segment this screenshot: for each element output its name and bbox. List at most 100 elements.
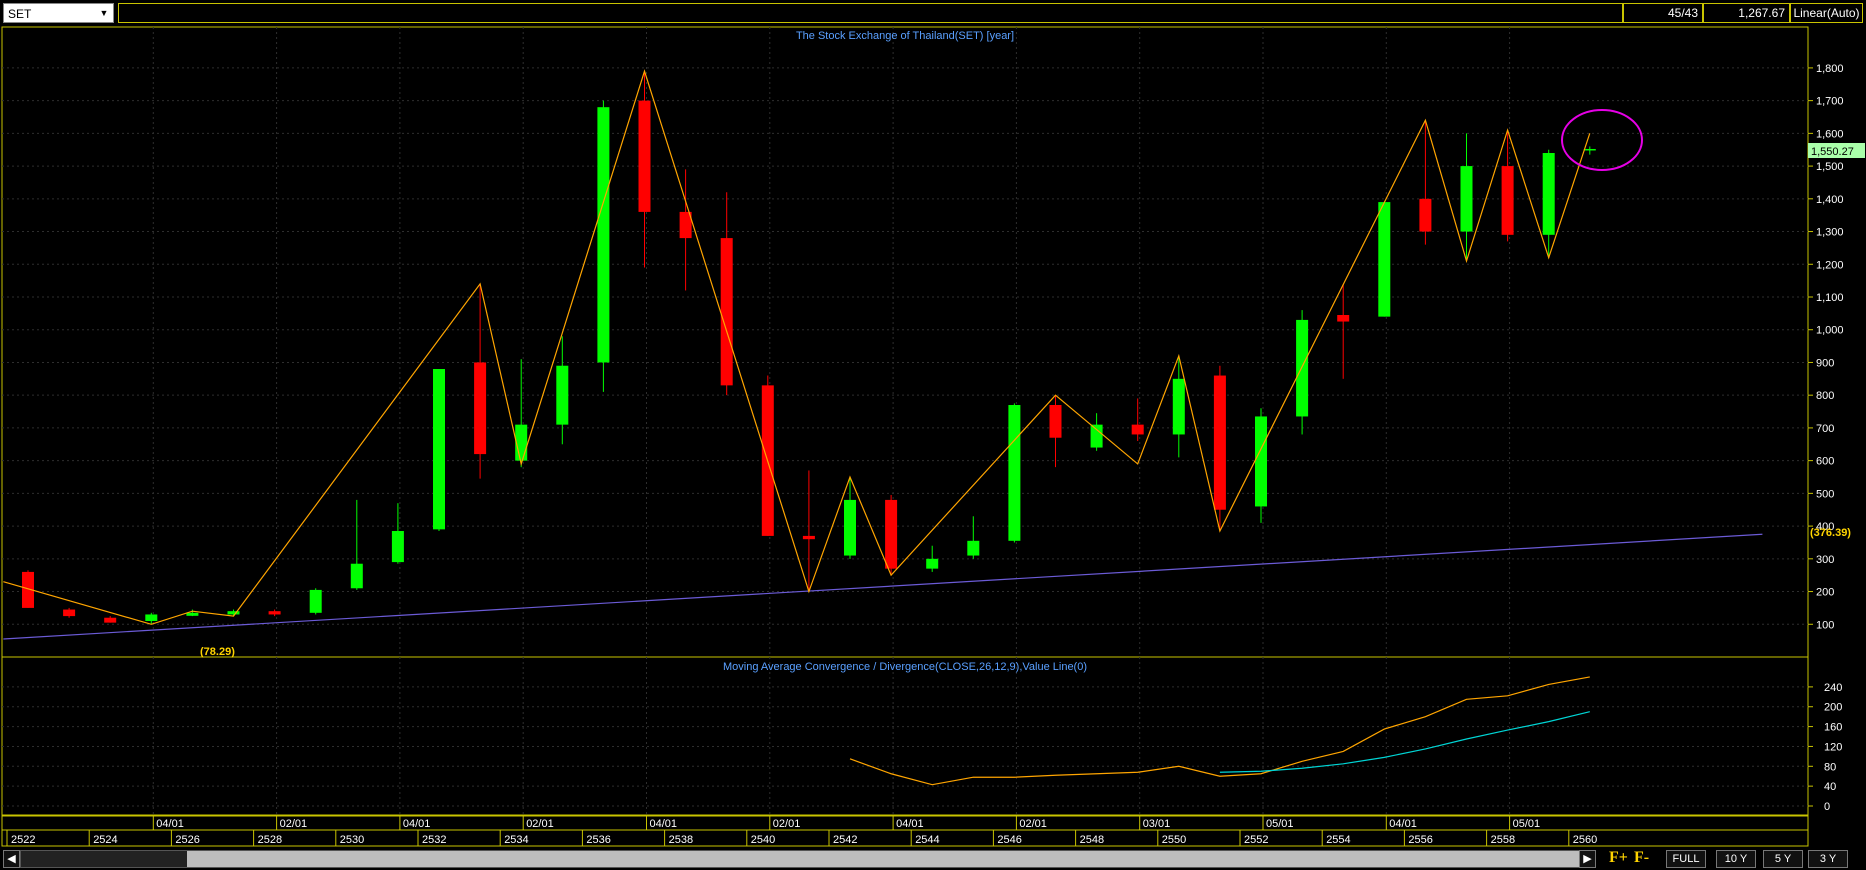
candle-body — [597, 107, 610, 363]
y-tick-label: 500 — [1816, 488, 1834, 500]
year-tick-label: 2534 — [504, 834, 528, 846]
macd-tick-label: 240 — [1824, 682, 1842, 694]
y-tick-label: 1,400 — [1816, 194, 1844, 206]
candle-body — [186, 612, 199, 616]
candle-body — [1049, 405, 1062, 438]
candle-body — [1542, 153, 1555, 235]
year-tick-label: 2548 — [1080, 834, 1104, 846]
macd-tick-label: 0 — [1824, 801, 1830, 813]
candle-body — [720, 238, 733, 386]
y-tick-label: 1,800 — [1816, 63, 1844, 75]
signal-line — [1219, 711, 1590, 773]
price-chart-title: The Stock Exchange of Thailand(SET) [yea… — [796, 30, 1014, 42]
range-5y-button[interactable]: 5 Y — [1763, 850, 1803, 868]
candle-body — [474, 362, 487, 455]
year-tick-label: 2542 — [833, 834, 857, 846]
date-tick-label: 05/01 — [1266, 818, 1294, 830]
macd-tick-label: 80 — [1824, 761, 1836, 773]
year-tick-label: 2530 — [340, 834, 364, 846]
date-tick-label: 02/01 — [526, 818, 554, 830]
trend-start-annotation: (78.29) — [200, 646, 235, 658]
candle-body — [802, 535, 815, 540]
candle-body — [227, 611, 240, 615]
zoom-in-button[interactable]: F+ — [1609, 849, 1628, 867]
y-tick-label: 1,300 — [1816, 227, 1844, 239]
date-tick-label: 04/01 — [1389, 818, 1417, 830]
candle-body — [63, 609, 76, 617]
date-tick-label: 04/01 — [156, 818, 184, 830]
y-tick-label: 800 — [1816, 390, 1834, 402]
year-tick-label: 2524 — [93, 834, 117, 846]
candle-body — [1172, 378, 1185, 435]
year-tick-label: 2552 — [1244, 834, 1268, 846]
candle-body — [433, 369, 445, 530]
candle-body — [1090, 424, 1103, 448]
date-tick-label: 04/01 — [896, 818, 924, 830]
candle-body — [967, 540, 980, 556]
y-tick-label: 300 — [1816, 554, 1834, 566]
y-tick-label: 600 — [1816, 456, 1834, 468]
zigzag-line — [3, 69, 1591, 625]
candle-body — [309, 589, 322, 613]
macd-tick-label: 200 — [1824, 702, 1842, 714]
macd-panel-frame — [1, 656, 1809, 816]
year-tick-label: 2522 — [11, 834, 35, 846]
candle-body — [1378, 202, 1391, 317]
y-tick-label: 1,100 — [1816, 292, 1844, 304]
y-tick-label: 1,200 — [1816, 259, 1844, 271]
year-tick-label: 2526 — [175, 834, 199, 846]
y-tick-label: 1,600 — [1816, 128, 1844, 140]
scroll-left-button[interactable]: ◀ — [3, 850, 20, 868]
candle-body — [1337, 315, 1350, 322]
last-price-label: 1,550.27 — [1811, 146, 1854, 158]
candle-body — [515, 424, 528, 461]
y-tick-label: 1,000 — [1816, 325, 1844, 337]
date-tick-label: 03/01 — [1143, 818, 1171, 830]
macd-tick-label: 120 — [1824, 741, 1842, 753]
date-tick-label: 02/01 — [773, 818, 801, 830]
candle-body — [145, 614, 158, 621]
candle-body — [638, 100, 651, 212]
year-tick-label: 2544 — [915, 834, 939, 846]
date-tick-label: 05/01 — [1513, 818, 1541, 830]
date-tick-label: 02/01 — [280, 818, 308, 830]
stock-chart: 1002003004005006007008009001,0001,1001,2… — [1, 26, 1865, 847]
year-tick-label: 2560 — [1573, 834, 1597, 846]
candle-body — [1296, 319, 1309, 417]
range-3y-button[interactable]: 3 Y — [1808, 850, 1848, 868]
date-tick-label: 04/01 — [650, 818, 678, 830]
range-full-button[interactable]: FULL — [1666, 850, 1706, 868]
scrollbar-thumb[interactable] — [187, 851, 1592, 867]
y-tick-label: 900 — [1816, 357, 1834, 369]
year-tick-label: 2546 — [997, 834, 1021, 846]
y-tick-label: 700 — [1816, 423, 1834, 435]
macd-tick-label: 160 — [1824, 722, 1842, 734]
year-tick-label: 2550 — [1162, 834, 1186, 846]
candle-body — [1419, 198, 1432, 232]
macd-chart-title: Moving Average Convergence / Divergence(… — [723, 661, 1087, 673]
candle-body — [350, 563, 363, 589]
range-10y-button[interactable]: 10 Y — [1716, 850, 1756, 868]
y-tick-label: 1,700 — [1816, 96, 1844, 108]
year-tick-label: 2536 — [586, 834, 610, 846]
y-tick-label: 1,500 — [1816, 161, 1844, 173]
candle-body — [885, 499, 898, 569]
trend-line — [3, 533, 1763, 640]
year-tick-label: 2538 — [669, 834, 693, 846]
year-tick-label: 2558 — [1491, 834, 1515, 846]
zoom-out-button[interactable]: F- — [1634, 849, 1649, 867]
year-tick-label: 2532 — [422, 834, 446, 846]
macd-line — [849, 676, 1590, 786]
time-scrollbar[interactable] — [20, 850, 1593, 868]
y-tick-label: 200 — [1816, 587, 1834, 599]
candle-body — [391, 531, 404, 563]
highlight-ellipse — [1561, 109, 1643, 171]
y-tick-label: 100 — [1816, 619, 1834, 631]
candle-body — [926, 558, 939, 569]
candle-body — [1460, 166, 1473, 232]
candle-body — [1131, 424, 1144, 435]
scroll-right-button[interactable]: ▶ — [1579, 850, 1596, 868]
trend-end-annotation: (376.39) — [1810, 527, 1851, 539]
year-tick-label: 2556 — [1408, 834, 1432, 846]
year-tick-label: 2528 — [258, 834, 282, 846]
